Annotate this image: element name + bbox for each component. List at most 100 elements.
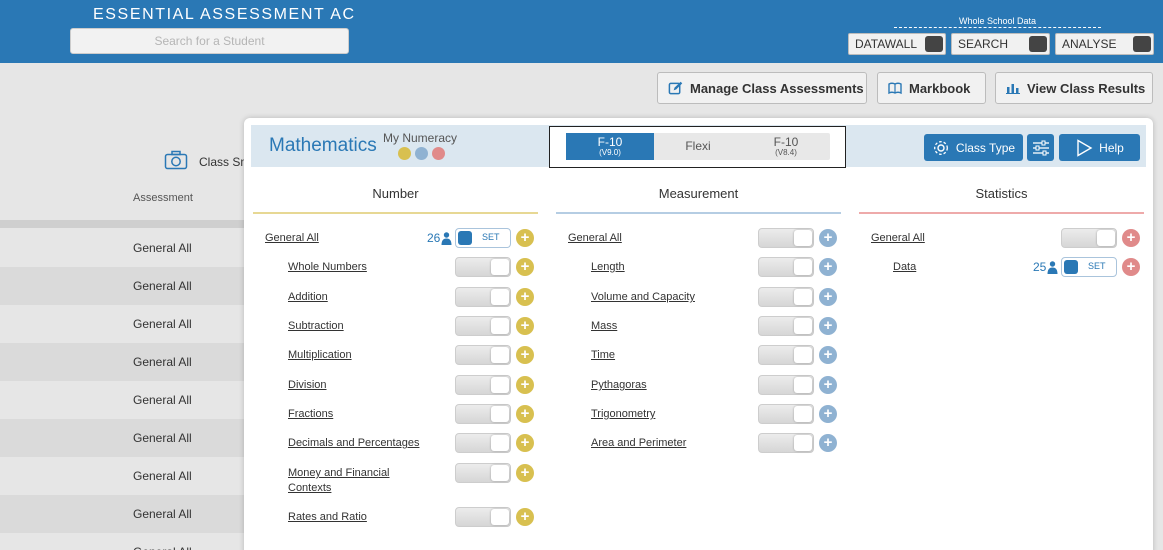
- add-plus-icon[interactable]: +: [1122, 258, 1140, 276]
- table-row[interactable]: General All: [0, 533, 245, 550]
- toggle-knob: [1133, 36, 1151, 52]
- add-plus-icon[interactable]: +: [819, 346, 837, 364]
- v84-sub: (V8.4): [775, 148, 797, 157]
- manage-class-assessments-button[interactable]: Manage Class Assessments: [657, 72, 867, 104]
- add-plus-icon[interactable]: +: [516, 434, 534, 452]
- set-label: SET: [482, 232, 500, 242]
- add-plus-icon[interactable]: +: [516, 317, 534, 335]
- school-brand: ESSENTIAL ASSESSMENT AC: [93, 6, 356, 23]
- add-plus-icon[interactable]: +: [516, 346, 534, 364]
- help-button[interactable]: Help: [1059, 134, 1140, 161]
- addition-link[interactable]: Addition: [288, 290, 328, 305]
- student-count: 26: [427, 231, 441, 245]
- datawall-toggle[interactable]: DATAWALL: [848, 33, 946, 55]
- table-row[interactable]: General All: [0, 229, 245, 267]
- area-perimeter-toggle[interactable]: [758, 433, 814, 453]
- volume-capacity-link[interactable]: Volume and Capacity: [591, 290, 695, 305]
- add-plus-icon[interactable]: +: [516, 405, 534, 423]
- add-plus-icon[interactable]: +: [819, 405, 837, 423]
- add-plus-icon[interactable]: +: [516, 229, 534, 247]
- table-row[interactable]: General All: [0, 343, 245, 381]
- curriculum-v9-option[interactable]: F-10 (V9.0): [566, 133, 654, 160]
- markbook-button[interactable]: Markbook: [877, 72, 986, 104]
- time-toggle[interactable]: [758, 345, 814, 365]
- volume-capacity-toggle[interactable]: [758, 287, 814, 307]
- decimals-percentages-link[interactable]: Decimals and Percentages: [288, 436, 419, 451]
- pythagoras-link[interactable]: Pythagoras: [591, 378, 647, 393]
- search-toggle[interactable]: SEARCH: [951, 33, 1050, 55]
- money-financial-toggle[interactable]: [455, 463, 511, 483]
- rates-ratio-toggle[interactable]: [455, 507, 511, 527]
- statistics-column-header: Statistics: [975, 186, 1028, 201]
- division-link[interactable]: Division: [288, 378, 327, 393]
- add-plus-icon[interactable]: +: [516, 258, 534, 276]
- add-plus-icon[interactable]: +: [819, 434, 837, 452]
- add-plus-icon[interactable]: +: [819, 229, 837, 247]
- add-plus-icon[interactable]: +: [516, 464, 534, 482]
- trigonometry-toggle[interactable]: [758, 404, 814, 424]
- add-plus-icon[interactable]: +: [516, 376, 534, 394]
- table-row[interactable]: General All: [0, 305, 245, 343]
- add-plus-icon[interactable]: +: [1122, 229, 1140, 247]
- toggle-knob: [925, 36, 943, 52]
- length-link[interactable]: Length: [591, 260, 625, 275]
- fractions-toggle[interactable]: [455, 404, 511, 424]
- camera-icon[interactable]: [164, 150, 188, 173]
- number-general-all-link[interactable]: General All: [265, 231, 319, 246]
- table-row[interactable]: General All: [0, 381, 245, 419]
- whole-numbers-link[interactable]: Whole Numbers: [288, 260, 367, 275]
- mass-link[interactable]: Mass: [591, 319, 617, 334]
- table-row[interactable]: General All: [0, 495, 245, 533]
- pythagoras-toggle[interactable]: [758, 375, 814, 395]
- v9-sub: (V9.0): [599, 148, 621, 157]
- toggle-knob: [1029, 36, 1047, 52]
- decimals-percentages-toggle[interactable]: [455, 433, 511, 453]
- mass-toggle[interactable]: [758, 316, 814, 336]
- multiplication-link[interactable]: Multiplication: [288, 348, 352, 363]
- time-link[interactable]: Time: [591, 348, 615, 363]
- help-label: Help: [1099, 140, 1124, 155]
- settings-sliders-button[interactable]: [1027, 134, 1054, 161]
- curriculum-v84-option[interactable]: F-10 (V8.4): [742, 133, 830, 160]
- data-toggle[interactable]: SET: [1061, 257, 1117, 277]
- division-toggle[interactable]: [455, 375, 511, 395]
- fractions-link[interactable]: Fractions: [288, 407, 333, 422]
- my-numeracy-label[interactable]: My Numeracy: [383, 131, 457, 145]
- person-icon: [441, 232, 452, 245]
- addition-toggle[interactable]: [455, 287, 511, 307]
- table-row[interactable]: General All: [0, 267, 245, 305]
- class-type-button[interactable]: Class Type: [924, 134, 1023, 161]
- whole-school-data-label: Whole School Data: [894, 16, 1101, 28]
- measurement-general-all-toggle[interactable]: [758, 228, 814, 248]
- table-row[interactable]: General All: [0, 457, 245, 495]
- add-plus-icon[interactable]: +: [819, 376, 837, 394]
- mathematics-modal: Mathematics My Numeracy F-10 (V9.0) Flex…: [244, 118, 1153, 550]
- statistics-general-all-link[interactable]: General All: [871, 231, 925, 246]
- measurement-general-all-link[interactable]: General All: [568, 231, 622, 246]
- number-divider: [253, 212, 538, 214]
- add-plus-icon[interactable]: +: [516, 508, 534, 526]
- length-toggle[interactable]: [758, 257, 814, 277]
- add-plus-icon[interactable]: +: [819, 288, 837, 306]
- subtraction-link[interactable]: Subtraction: [288, 319, 344, 334]
- curriculum-segments: F-10 (V9.0) Flexi F-10 (V8.4): [566, 133, 830, 160]
- rates-ratio-link[interactable]: Rates and Ratio: [288, 510, 367, 525]
- trigonometry-link[interactable]: Trigonometry: [591, 407, 655, 422]
- student-search-input[interactable]: Search for a Student: [70, 28, 349, 54]
- curriculum-flexi-option[interactable]: Flexi: [654, 133, 742, 160]
- data-link[interactable]: Data: [893, 260, 916, 275]
- statistics-general-all-toggle[interactable]: [1061, 228, 1117, 248]
- subtraction-toggle[interactable]: [455, 316, 511, 336]
- analyse-toggle[interactable]: ANALYSE: [1055, 33, 1154, 55]
- area-perimeter-link[interactable]: Area and Perimeter: [591, 436, 686, 451]
- number-general-all-toggle[interactable]: SET: [455, 228, 511, 248]
- view-class-results-button[interactable]: View Class Results: [995, 72, 1153, 104]
- add-plus-icon[interactable]: +: [819, 317, 837, 335]
- add-plus-icon[interactable]: +: [819, 258, 837, 276]
- money-financial-link[interactable]: Money and Financial Contexts: [288, 466, 408, 496]
- multiplication-toggle[interactable]: [455, 345, 511, 365]
- add-plus-icon[interactable]: +: [516, 288, 534, 306]
- table-row[interactable]: General All: [0, 419, 245, 457]
- search-label: SEARCH: [958, 37, 1009, 51]
- whole-numbers-toggle[interactable]: [455, 257, 511, 277]
